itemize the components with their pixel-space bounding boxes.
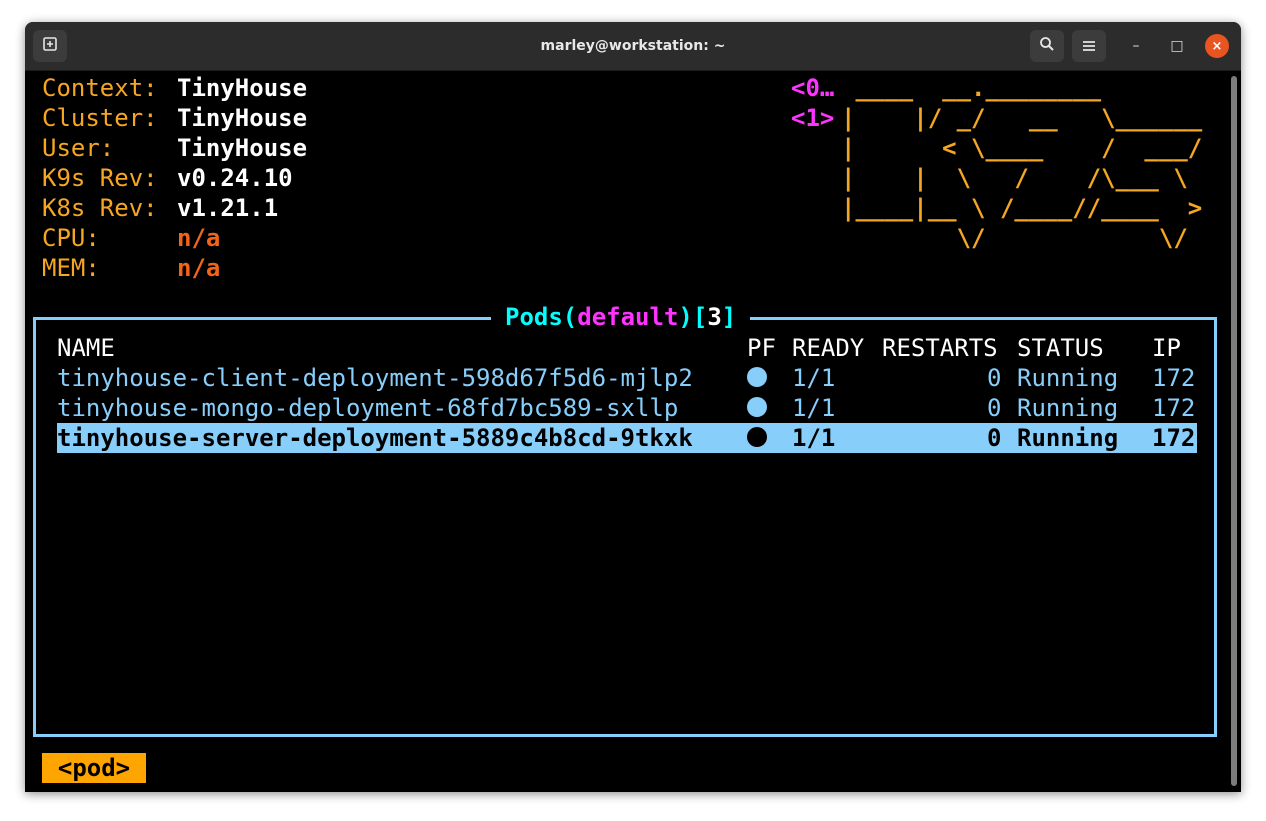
info-label: User:	[42, 134, 115, 162]
k9s-logo-line: |____|__ \ /____//____ >	[841, 194, 1217, 222]
info-label: Context:	[42, 74, 158, 102]
pod-ip: 172	[1152, 394, 1196, 422]
pf-indicator	[747, 393, 767, 423]
table-row-selected[interactable]: tinyhouse-server-deployment-5889c4b8cd-9…	[57, 423, 1197, 453]
panel-paren-open: (	[562, 303, 578, 331]
pod-ip: 172	[1152, 364, 1196, 392]
status-dot-icon	[747, 427, 767, 447]
panel-count: 3	[707, 303, 722, 331]
pod-status: Running	[1017, 394, 1119, 422]
info-value: n/a	[177, 254, 221, 282]
pod-name: tinyhouse-client-deployment-598d67f5d6-m…	[57, 364, 693, 392]
col-ip-header[interactable]: IP	[1152, 333, 1181, 363]
maximize-button[interactable]: □	[1165, 34, 1189, 58]
shortcut-0[interactable]: <0…	[791, 73, 834, 103]
pod-ready: 1/1	[792, 424, 836, 452]
pf-indicator	[747, 423, 767, 453]
k9s-logo-line: \/ \/	[841, 224, 1217, 252]
panel-namespace: default	[577, 303, 679, 331]
close-icon: ×	[1211, 38, 1223, 54]
info-row-k9s-rev: K9s Rev: v0.24.10	[42, 163, 293, 193]
pod-ip: 172	[1152, 424, 1196, 452]
k9s-logo-line: | < \____ / ___/	[841, 134, 1217, 162]
info-label: CPU:	[42, 224, 100, 252]
table-row[interactable]: tinyhouse-client-deployment-598d67f5d6-m…	[57, 363, 1197, 393]
shortcut-1[interactable]: <1>	[791, 103, 834, 133]
table-header: NAME PF READY RESTARTS STATUS IP	[57, 333, 1197, 363]
info-label: K9s Rev:	[42, 164, 158, 192]
pod-status: Running	[1017, 364, 1119, 392]
minimize-button[interactable]: –	[1124, 34, 1148, 58]
panel-paren-close: )	[678, 303, 693, 331]
breadcrumb-pod: <pod>	[42, 753, 146, 783]
pod-name: tinyhouse-server-deployment-5889c4b8cd-9…	[57, 424, 693, 452]
info-label: Cluster:	[42, 104, 158, 132]
maximize-icon: □	[1170, 38, 1184, 54]
info-value: n/a	[177, 224, 221, 252]
info-value: v0.24.10	[177, 164, 293, 192]
terminal-window: marley@workstation: ~ – □ × Context: Tiny…	[25, 22, 1241, 792]
title-bar: marley@workstation: ~ – □ ×	[25, 22, 1241, 71]
status-dot-icon	[747, 397, 767, 417]
search-button[interactable]	[1030, 30, 1064, 62]
panel-bracket-open: [	[692, 303, 708, 331]
pod-status: Running	[1017, 424, 1119, 452]
close-button[interactable]: ×	[1205, 34, 1229, 58]
info-row-cluster: Cluster: TinyHouse	[42, 103, 307, 133]
info-row-context: Context: TinyHouse	[42, 73, 307, 103]
terminal-content[interactable]: Context: TinyHouse Cluster: TinyHouse User…	[25, 71, 1229, 792]
info-row-user: User: TinyHouse	[42, 133, 307, 163]
panel-title: Pods(default)[3]	[491, 300, 751, 334]
pod-ready: 1/1	[792, 394, 836, 422]
pod-restarts: 0	[987, 364, 1002, 392]
k9s-logo-line: ____ __.________	[841, 74, 1217, 102]
info-value: TinyHouse	[177, 74, 308, 102]
info-row-k8s-rev: K8s Rev: v1.21.1	[42, 193, 278, 223]
pod-restarts: 0	[987, 394, 1002, 422]
col-name-header[interactable]: NAME	[57, 333, 115, 363]
info-row-mem: MEM: n/a	[42, 253, 220, 283]
info-value: TinyHouse	[177, 134, 308, 162]
scrollbar[interactable]	[1231, 76, 1237, 786]
k9s-logo-line: | |/ _/ __ \______	[841, 104, 1217, 132]
minimize-icon: –	[1132, 38, 1140, 54]
info-value: v1.21.1	[177, 194, 279, 222]
pod-name: tinyhouse-mongo-deployment-68fd7bc589-sx…	[57, 394, 679, 422]
search-icon	[1039, 36, 1055, 56]
status-dot-icon	[747, 367, 767, 387]
menu-button[interactable]	[1072, 30, 1106, 62]
panel-resource: Pods	[505, 303, 563, 331]
info-label: MEM:	[42, 254, 100, 282]
col-restarts-header[interactable]: RESTARTS	[882, 333, 998, 363]
table-row[interactable]: tinyhouse-mongo-deployment-68fd7bc589-sx…	[57, 393, 1197, 423]
col-ready-header[interactable]: READY	[792, 333, 864, 363]
hamburger-menu-icon	[1082, 37, 1096, 56]
pod-restarts: 0	[987, 424, 1002, 452]
k9s-logo-line: | | \ / /\___ \	[841, 164, 1217, 192]
col-pf-header[interactable]: PF	[747, 333, 776, 363]
col-status-header[interactable]: STATUS	[1017, 333, 1104, 363]
info-value: TinyHouse	[177, 104, 308, 132]
info-row-cpu: CPU: n/a	[42, 223, 220, 253]
info-label: K8s Rev:	[42, 194, 158, 222]
pod-ready: 1/1	[792, 364, 836, 392]
pf-indicator	[747, 363, 767, 393]
panel-bracket-close: ]	[721, 303, 737, 331]
